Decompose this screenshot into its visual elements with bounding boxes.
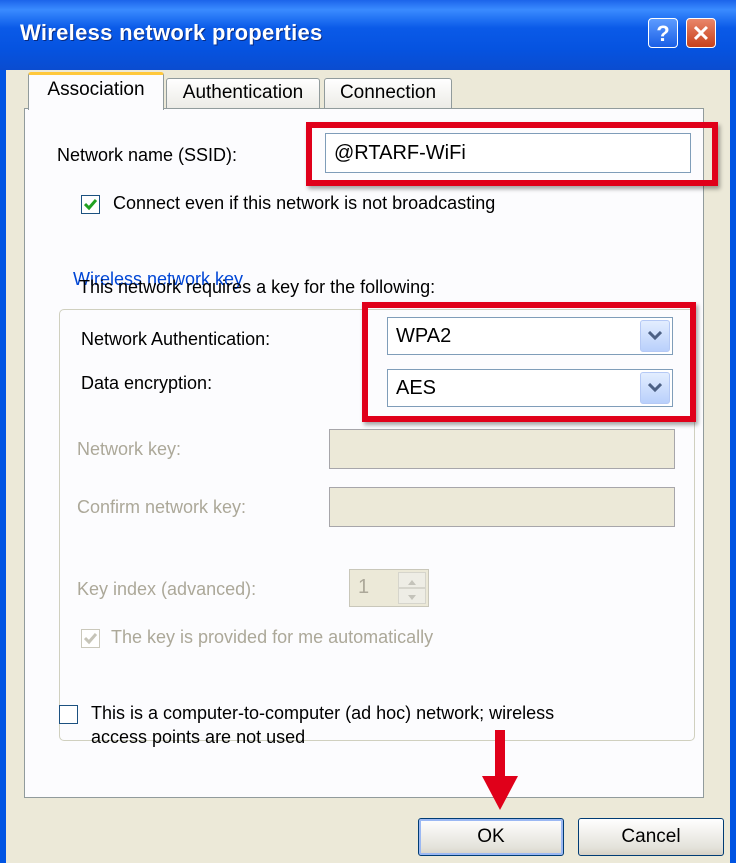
data-encryption-label: Data encryption: (81, 373, 213, 393)
key-index-label: Key index (advanced): (77, 579, 257, 599)
security-highlight-box (362, 302, 696, 422)
red-arrow-icon (482, 730, 518, 810)
window-title: Wireless network properties (20, 20, 323, 45)
adhoc-checkbox[interactable] (59, 705, 78, 724)
network-auth-label: Network Authentication: (81, 329, 271, 349)
ssid-label: Network name (SSID): (57, 145, 238, 165)
title-bar[interactable]: Wireless network properties ? ✕ (0, 0, 736, 70)
help-button[interactable]: ? (648, 18, 678, 48)
spin-down-icon[interactable] (398, 588, 426, 604)
confirm-key-label: Confirm network key: (77, 497, 247, 517)
tab-association[interactable]: Association (28, 72, 164, 110)
adhoc-label-line1: This is a computer-to-computer (ad hoc) … (91, 703, 555, 723)
network-key-input[interactable] (329, 429, 675, 469)
auto-key-checkbox[interactable] (81, 629, 100, 648)
spin-up-icon[interactable] (398, 572, 426, 588)
key-index-value: 1 (358, 576, 370, 598)
key-index-spinner[interactable]: 1 (349, 569, 429, 607)
tab-authentication[interactable]: Authentication (166, 78, 320, 108)
close-button[interactable]: ✕ (686, 18, 716, 48)
broadcast-checkbox[interactable] (81, 195, 100, 214)
dialog-body: Association Authentication Connection Ne… (6, 70, 730, 863)
network-key-label: Network key: (77, 439, 182, 459)
ok-button[interactable]: OK (418, 818, 564, 856)
association-panel: Network name (SSID): @RTARF-WiFi Connect… (24, 108, 704, 798)
requires-key-text: This network requires a key for the foll… (79, 277, 436, 297)
dialog-window: Wireless network properties ? ✕ Associat… (0, 0, 736, 863)
tab-connection[interactable]: Connection (324, 78, 452, 108)
confirm-key-input[interactable] (329, 487, 675, 527)
ssid-highlight-box (306, 122, 718, 186)
broadcast-checkbox-label: Connect even if this network is not broa… (113, 193, 496, 213)
auto-key-checkbox-label: The key is provided for me automatically (111, 627, 434, 647)
cancel-button[interactable]: Cancel (578, 818, 724, 856)
